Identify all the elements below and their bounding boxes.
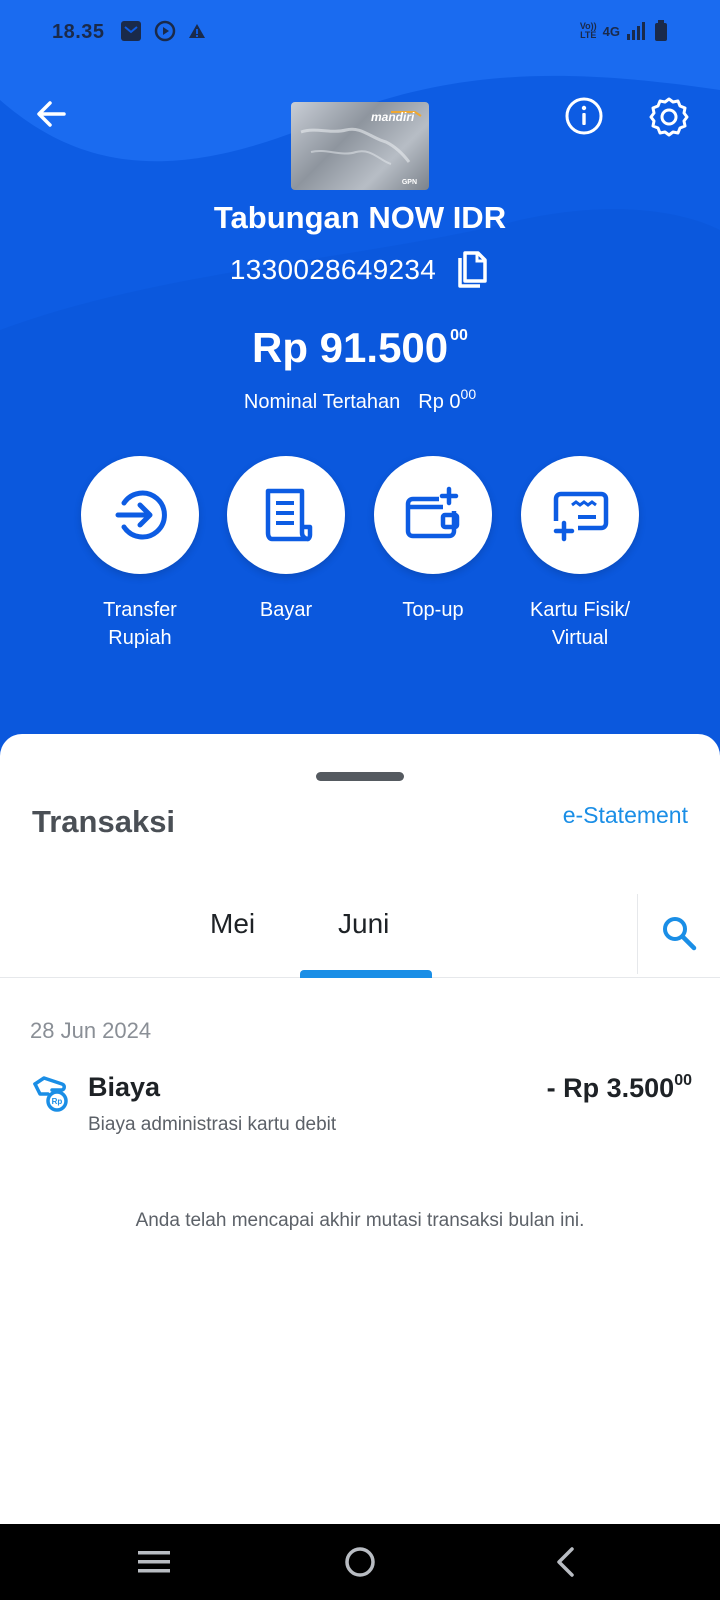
held-amount-value: Rp 0 <box>418 391 461 413</box>
mail-notification-icon <box>121 21 141 41</box>
card-plus-icon <box>553 491 609 542</box>
transfer-icon <box>115 490 167 540</box>
transaction-row[interactable]: Rp Biaya Biaya administrasi kartu debit … <box>0 1068 720 1148</box>
network-type: 4G <box>602 23 620 39</box>
volte-indicator: Vo)) LTE <box>579 21 597 40</box>
wallet-plus-icon <box>405 486 460 539</box>
info-icon[interactable] <box>564 96 604 136</box>
recent-apps-icon[interactable] <box>134 1542 174 1582</box>
status-system-icons: Vo)) LTE 4G <box>580 20 668 42</box>
held-amount-row: Nominal Tertahan Rp 000 <box>243 386 477 413</box>
svg-text:Rp: Rp <box>52 1097 63 1106</box>
action-kartu-fisik-virtual[interactable]: Kartu Fisik/ Virtual <box>505 456 655 652</box>
bill-icon <box>265 488 313 542</box>
end-of-list-note: Anda telah mencapai akhir mutasi transak… <box>135 1210 585 1231</box>
account-number: 1330028649234 <box>229 254 437 285</box>
transaction-date-header: 28 Jun 2024 <box>30 1018 152 1043</box>
held-amount-label: Nominal Tertahan <box>243 391 401 413</box>
gear-icon[interactable] <box>648 96 690 138</box>
transaction-description: Biaya administrasi kartu debit <box>88 1114 337 1135</box>
account-header: 18.35 Vo)) LTE 4G mandiri GPN Tabungan N… <box>0 0 720 760</box>
home-icon[interactable] <box>340 1542 380 1582</box>
transaction-title: Biaya <box>88 1072 161 1102</box>
card-network: GPN <box>401 179 417 186</box>
system-navigation-bar <box>0 1524 720 1600</box>
sheet-drag-handle[interactable] <box>316 772 404 781</box>
transactions-title: Transaksi <box>32 804 176 839</box>
tab-juni[interactable]: Juni <box>338 908 389 940</box>
action-bayar[interactable]: Bayar <box>211 456 361 624</box>
account-balance: Rp 91.500 00 <box>252 324 468 371</box>
tab-divider <box>637 894 638 974</box>
signal-icon <box>627 22 645 40</box>
estatement-link[interactable]: e-Statement <box>563 802 688 829</box>
status-time: 18.35 <box>52 21 105 43</box>
tab-mei[interactable]: Mei <box>210 908 255 940</box>
warning-icon <box>189 24 205 38</box>
month-tabs: Mei Juni <box>0 864 720 978</box>
debit-card-image: mandiri GPN <box>291 102 429 190</box>
search-icon[interactable] <box>660 914 698 952</box>
back-arrow-icon[interactable] <box>30 92 74 136</box>
transactions-sheet: Transaksi e-Statement Mei Juni 28 Jun 20… <box>0 734 720 1524</box>
action-transfer-rupiah[interactable]: Transfer Rupiah <box>65 456 215 652</box>
account-number-row: 1330028649234 <box>0 250 720 290</box>
status-bar: 18.35 Vo)) LTE 4G <box>0 0 720 64</box>
action-topup[interactable]: Top-up <box>358 456 508 624</box>
fee-icon: Rp <box>33 1076 68 1112</box>
battery-icon <box>655 20 667 41</box>
transaction-amount: - Rp 3.50000 <box>546 1072 692 1103</box>
media-notification-icon <box>154 20 176 42</box>
account-name: Tabungan NOW IDR <box>213 200 507 235</box>
active-tab-indicator <box>300 970 432 978</box>
copy-icon[interactable] <box>454 250 490 290</box>
card-brand: mandiri <box>371 110 415 124</box>
nav-back-icon[interactable] <box>546 1542 586 1582</box>
status-notification-icons <box>120 20 206 42</box>
